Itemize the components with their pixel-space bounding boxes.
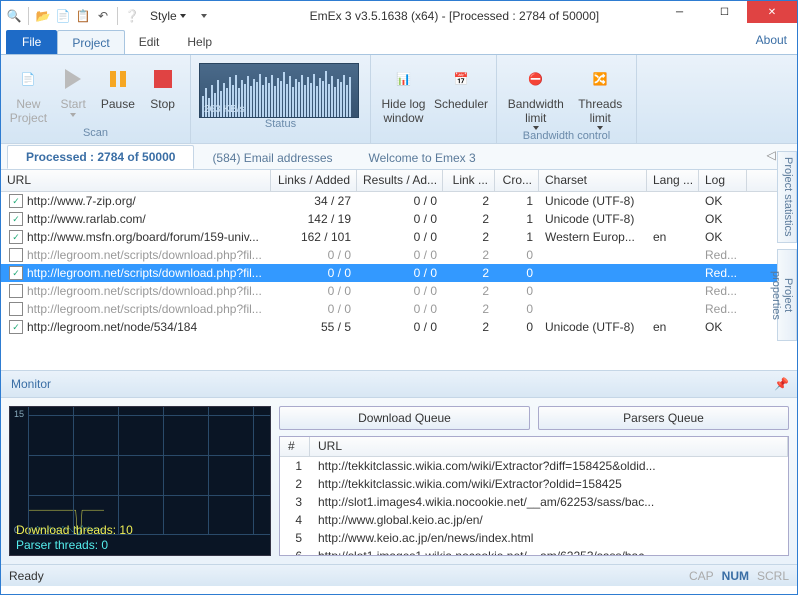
col-lang[interactable]: Lang ... bbox=[647, 170, 699, 191]
status-cap: CAP bbox=[689, 569, 714, 583]
col-charset[interactable]: Charset bbox=[539, 170, 647, 191]
grid-header: URL Links / Added Results / Ad... Link .… bbox=[1, 170, 797, 192]
scan-group-label: Scan bbox=[9, 127, 182, 141]
table-row[interactable]: ✓http://www.7-zip.org/34 / 270 / 021Unic… bbox=[1, 192, 797, 210]
threads-icon: 🔀 bbox=[584, 63, 616, 95]
mon-col-num[interactable]: # bbox=[280, 437, 310, 456]
pause-button[interactable]: Pause bbox=[99, 59, 138, 127]
undo-icon[interactable]: ↶ bbox=[95, 8, 111, 24]
qat-more-icon[interactable] bbox=[196, 8, 212, 24]
row-checkbox[interactable]: ✓ bbox=[9, 230, 23, 244]
row-checkbox[interactable]: ✓ bbox=[9, 248, 23, 262]
list-item[interactable]: 1http://tekkitclassic.wikia.com/wiki/Ext… bbox=[280, 457, 788, 475]
row-checkbox[interactable]: ✓ bbox=[9, 212, 23, 226]
row-checkbox[interactable]: ✓ bbox=[9, 266, 23, 280]
tabstrip-left-icon[interactable]: ◁ bbox=[767, 148, 776, 162]
table-row[interactable]: ✓http://legroom.net/scripts/download.php… bbox=[1, 246, 797, 264]
bandwidth-limit-button[interactable]: ⛔ Bandwidth limit bbox=[505, 59, 566, 130]
status-scrl: SCRL bbox=[757, 569, 789, 583]
tab-edit[interactable]: Edit bbox=[125, 30, 174, 54]
table-row[interactable]: ✓http://legroom.net/scripts/download.php… bbox=[1, 264, 797, 282]
scheduler-button[interactable]: 📅 Scheduler bbox=[434, 59, 488, 127]
row-checkbox[interactable]: ✓ bbox=[9, 320, 23, 334]
row-checkbox[interactable]: ✓ bbox=[9, 194, 23, 208]
status-chart: 263 KB/s bbox=[199, 63, 359, 118]
download-queue-button[interactable]: Download Queue bbox=[279, 406, 530, 430]
col-log[interactable]: Log bbox=[699, 170, 747, 191]
parsers-queue-button[interactable]: Parsers Queue bbox=[538, 406, 789, 430]
about-link[interactable]: About bbox=[756, 33, 787, 47]
scheduler-icon: 📅 bbox=[445, 63, 477, 95]
col-url[interactable]: URL bbox=[1, 170, 271, 191]
monitor-chart: 15 0 Download threads: 10 Parser threads… bbox=[9, 406, 271, 556]
row-checkbox[interactable]: ✓ bbox=[9, 284, 23, 298]
mon-col-url[interactable]: URL bbox=[310, 437, 788, 456]
list-item[interactable]: 6http://slot1.images1.wikia.nocookie.net… bbox=[280, 547, 788, 556]
col-cro[interactable]: Cro... bbox=[495, 170, 539, 191]
close-button[interactable]: ✕ bbox=[747, 1, 797, 23]
stop-button[interactable]: Stop bbox=[143, 59, 182, 127]
list-item[interactable]: 4http://www.global.keio.ac.jp/en/ bbox=[280, 511, 788, 529]
table-row[interactable]: ✓http://legroom.net/scripts/download.php… bbox=[1, 300, 797, 318]
threads-limit-button[interactable]: 🔀 Threads limit bbox=[572, 59, 628, 130]
hide-log-button[interactable]: 📊 Hide log window bbox=[379, 59, 428, 127]
list-item[interactable]: 2http://tekkitclassic.wikia.com/wiki/Ext… bbox=[280, 475, 788, 493]
monitor-title: Monitor bbox=[11, 377, 51, 391]
sidetab-properties[interactable]: Project properties bbox=[777, 249, 797, 341]
row-checkbox[interactable]: ✓ bbox=[9, 302, 23, 316]
table-row[interactable]: ✓http://legroom.net/scripts/download.php… bbox=[1, 282, 797, 300]
app-icon: 🔍 bbox=[6, 8, 22, 24]
help-icon[interactable]: ❔ bbox=[124, 8, 140, 24]
status-group-label: Status bbox=[199, 118, 362, 132]
bandwidth-icon: ⛔ bbox=[520, 63, 552, 95]
grid-body[interactable]: ✓http://www.7-zip.org/34 / 270 / 021Unic… bbox=[1, 192, 797, 370]
pause-icon bbox=[102, 63, 134, 95]
col-link[interactable]: Link ... bbox=[443, 170, 495, 191]
bandwidth-group-label: Bandwidth control bbox=[505, 130, 628, 144]
sidetab-statistics[interactable]: Project statistics bbox=[777, 151, 797, 243]
list-item[interactable]: 3http://slot1.images4.wikia.nocookie.net… bbox=[280, 493, 788, 511]
tab-emails[interactable]: (584) Email addresses bbox=[194, 147, 350, 169]
tab-processed[interactable]: Processed : 2784 of 50000 bbox=[7, 145, 194, 169]
table-row[interactable]: ✓http://www.msfn.org/board/forum/159-uni… bbox=[1, 228, 797, 246]
tab-project[interactable]: Project bbox=[57, 30, 124, 54]
maximize-button[interactable]: ☐ bbox=[702, 1, 747, 23]
style-dropdown[interactable]: Style bbox=[144, 6, 192, 26]
pin-icon[interactable]: 📌 bbox=[774, 377, 789, 391]
table-row[interactable]: ✓http://www.rarlab.com/142 / 190 / 021Un… bbox=[1, 210, 797, 228]
list-item[interactable]: 5http://www.keio.ac.jp/en/news/index.htm… bbox=[280, 529, 788, 547]
start-button[interactable]: Start bbox=[54, 59, 93, 127]
status-ready: Ready bbox=[9, 569, 44, 583]
tab-help[interactable]: Help bbox=[173, 30, 226, 54]
monitor-list[interactable]: # URL 1http://tekkitclassic.wikia.com/wi… bbox=[279, 436, 789, 556]
stop-icon bbox=[147, 63, 179, 95]
file-menu[interactable]: File bbox=[6, 30, 57, 54]
open-icon[interactable]: 📂 bbox=[35, 8, 51, 24]
minimize-button[interactable]: ─ bbox=[657, 1, 702, 23]
col-links-added[interactable]: Links / Added bbox=[271, 170, 357, 191]
doc-icon[interactable]: 📄 bbox=[55, 8, 71, 24]
tab-welcome[interactable]: Welcome to Emex 3 bbox=[351, 147, 494, 169]
new-project-button[interactable]: 📄 New Project bbox=[9, 59, 48, 127]
log-window-icon: 📊 bbox=[387, 63, 419, 95]
paste-icon[interactable]: 📋 bbox=[75, 8, 91, 24]
play-icon bbox=[57, 63, 89, 95]
table-row[interactable]: ✓http://legroom.net/node/534/18455 / 50 … bbox=[1, 318, 797, 336]
status-num: NUM bbox=[722, 569, 749, 583]
new-project-icon: 📄 bbox=[12, 63, 44, 95]
col-results-ad[interactable]: Results / Ad... bbox=[357, 170, 443, 191]
